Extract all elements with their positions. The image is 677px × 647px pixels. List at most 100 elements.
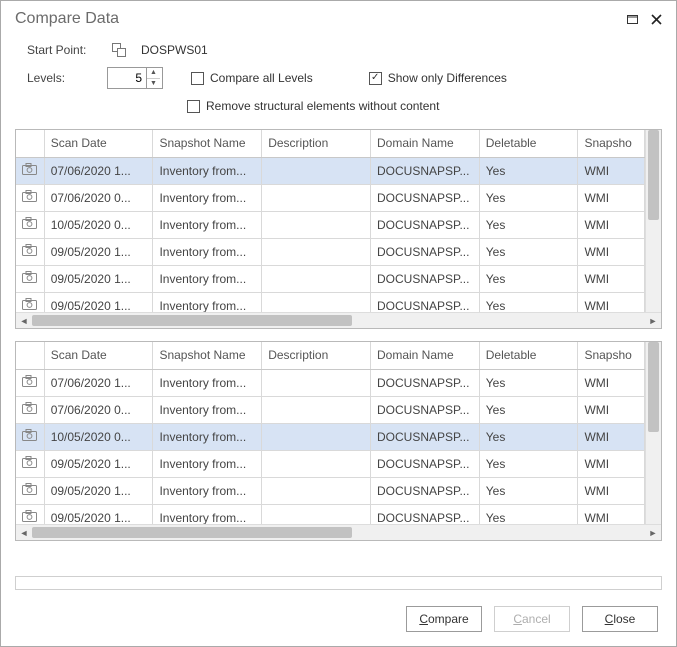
levels-label: Levels: bbox=[27, 71, 107, 85]
table-row[interactable]: 09/05/2020 1...Inventory from...DOCUSNAP… bbox=[16, 292, 645, 312]
table-row[interactable]: 07/06/2020 1...Inventory from...DOCUSNAP… bbox=[16, 369, 645, 396]
remove-structural-label: Remove structural elements without conte… bbox=[206, 99, 439, 113]
cell-deletable: Yes bbox=[479, 504, 578, 524]
table-row[interactable]: 09/05/2020 1...Inventory from...DOCUSNAP… bbox=[16, 504, 645, 524]
scroll-left-icon[interactable]: ◄ bbox=[16, 313, 32, 329]
table-row[interactable]: 09/05/2020 1...Inventory from...DOCUSNAP… bbox=[16, 450, 645, 477]
cell-domain-name: DOCUSNAPSP... bbox=[370, 211, 479, 238]
status-bar bbox=[15, 576, 662, 590]
cell-description bbox=[262, 211, 371, 238]
col-description[interactable]: Description bbox=[262, 342, 371, 369]
maximize-button[interactable] bbox=[622, 9, 642, 29]
vertical-scrollbar[interactable] bbox=[645, 342, 661, 524]
cell-scan-date: 09/05/2020 1... bbox=[44, 504, 153, 524]
snapshot-grid-top[interactable]: Scan DateSnapshot NameDescriptionDomain … bbox=[15, 129, 662, 329]
col-snapshot-type[interactable]: Snapsho bbox=[578, 342, 645, 369]
levels-down-button[interactable]: ▼ bbox=[147, 79, 160, 89]
cell-snapshot-name: Inventory from... bbox=[153, 184, 262, 211]
cell-deletable: Yes bbox=[479, 211, 578, 238]
col-deletable[interactable]: Deletable bbox=[479, 130, 578, 157]
table-row[interactable]: 07/06/2020 1...Inventory from...DOCUSNAP… bbox=[16, 157, 645, 184]
compare-all-levels-label: Compare all Levels bbox=[210, 71, 313, 85]
cell-snapshot-type: WMI bbox=[578, 396, 645, 423]
table-row[interactable]: 10/05/2020 0...Inventory from...DOCUSNAP… bbox=[16, 211, 645, 238]
scroll-right-icon[interactable]: ► bbox=[645, 525, 661, 541]
camera-icon bbox=[16, 477, 44, 504]
col-domain-name[interactable]: Domain Name bbox=[370, 130, 479, 157]
remove-structural-checkbox[interactable]: Remove structural elements without conte… bbox=[187, 99, 439, 113]
cell-scan-date: 09/05/2020 1... bbox=[44, 477, 153, 504]
col-icon[interactable] bbox=[16, 342, 44, 369]
start-point-label: Start Point: bbox=[27, 43, 107, 57]
cell-scan-date: 07/06/2020 1... bbox=[44, 157, 153, 184]
cell-domain-name: DOCUSNAPSP... bbox=[370, 184, 479, 211]
camera-icon bbox=[16, 292, 44, 312]
cell-description bbox=[262, 450, 371, 477]
levels-up-button[interactable]: ▲ bbox=[147, 68, 160, 79]
col-snapshot-name[interactable]: Snapshot Name bbox=[153, 342, 262, 369]
compare-data-dialog: Compare Data Start Point: DOSPWS01 Level… bbox=[0, 0, 677, 647]
show-only-differences-label: Show only Differences bbox=[388, 71, 507, 85]
levels-stepper[interactable]: ▲ ▼ bbox=[107, 67, 163, 89]
cell-snapshot-type: WMI bbox=[578, 477, 645, 504]
cell-snapshot-name: Inventory from... bbox=[153, 292, 262, 312]
close-icon[interactable] bbox=[646, 9, 666, 29]
cell-description bbox=[262, 504, 371, 524]
compare-button[interactable]: Compare bbox=[406, 606, 482, 632]
col-snapshot-type[interactable]: Snapsho bbox=[578, 130, 645, 157]
cell-deletable: Yes bbox=[479, 369, 578, 396]
cell-snapshot-name: Inventory from... bbox=[153, 211, 262, 238]
cell-snapshot-type: WMI bbox=[578, 292, 645, 312]
compare-all-levels-checkbox[interactable]: Compare all Levels bbox=[191, 71, 313, 85]
cell-snapshot-type: WMI bbox=[578, 211, 645, 238]
cell-deletable: Yes bbox=[479, 265, 578, 292]
cell-snapshot-type: WMI bbox=[578, 238, 645, 265]
camera-icon bbox=[16, 238, 44, 265]
cell-description bbox=[262, 184, 371, 211]
vertical-scrollbar[interactable] bbox=[645, 130, 661, 312]
cell-domain-name: DOCUSNAPSP... bbox=[370, 369, 479, 396]
cell-snapshot-type: WMI bbox=[578, 504, 645, 524]
cell-deletable: Yes bbox=[479, 157, 578, 184]
close-button[interactable]: Close bbox=[582, 606, 658, 632]
cell-deletable: Yes bbox=[479, 477, 578, 504]
show-only-differences-checkbox[interactable]: ✓ Show only Differences bbox=[369, 71, 507, 85]
scroll-left-icon[interactable]: ◄ bbox=[16, 525, 32, 541]
snapshot-grid-bottom[interactable]: Scan DateSnapshot NameDescriptionDomain … bbox=[15, 341, 662, 541]
horizontal-scrollbar[interactable]: ◄► bbox=[16, 524, 661, 540]
col-icon[interactable] bbox=[16, 130, 44, 157]
table-row[interactable]: 07/06/2020 0...Inventory from...DOCUSNAP… bbox=[16, 184, 645, 211]
cell-description bbox=[262, 265, 371, 292]
levels-input[interactable] bbox=[108, 70, 146, 86]
col-domain-name[interactable]: Domain Name bbox=[370, 342, 479, 369]
cell-description bbox=[262, 369, 371, 396]
table-row[interactable]: 09/05/2020 1...Inventory from...DOCUSNAP… bbox=[16, 265, 645, 292]
col-snapshot-name[interactable]: Snapshot Name bbox=[153, 130, 262, 157]
camera-icon bbox=[16, 423, 44, 450]
cell-scan-date: 09/05/2020 1... bbox=[44, 450, 153, 477]
table-row[interactable]: 09/05/2020 1...Inventory from...DOCUSNAP… bbox=[16, 477, 645, 504]
cell-snapshot-name: Inventory from... bbox=[153, 238, 262, 265]
cell-snapshot-type: WMI bbox=[578, 369, 645, 396]
col-scan-date[interactable]: Scan Date bbox=[44, 130, 153, 157]
table-row[interactable]: 10/05/2020 0...Inventory from...DOCUSNAP… bbox=[16, 423, 645, 450]
cell-snapshot-name: Inventory from... bbox=[153, 504, 262, 524]
cell-domain-name: DOCUSNAPSP... bbox=[370, 423, 479, 450]
checkbox-box-icon bbox=[187, 100, 200, 113]
col-description[interactable]: Description bbox=[262, 130, 371, 157]
camera-icon bbox=[16, 369, 44, 396]
cell-snapshot-name: Inventory from... bbox=[153, 265, 262, 292]
camera-icon bbox=[16, 450, 44, 477]
table-row[interactable]: 09/05/2020 1...Inventory from...DOCUSNAP… bbox=[16, 238, 645, 265]
scroll-right-icon[interactable]: ► bbox=[645, 313, 661, 329]
checkbox-checked-icon: ✓ bbox=[369, 72, 382, 85]
horizontal-scrollbar[interactable]: ◄► bbox=[16, 312, 661, 328]
cell-description bbox=[262, 238, 371, 265]
col-scan-date[interactable]: Scan Date bbox=[44, 342, 153, 369]
cell-snapshot-name: Inventory from... bbox=[153, 157, 262, 184]
checkbox-box-icon bbox=[191, 72, 204, 85]
table-row[interactable]: 07/06/2020 0...Inventory from...DOCUSNAP… bbox=[16, 396, 645, 423]
cell-snapshot-name: Inventory from... bbox=[153, 450, 262, 477]
col-deletable[interactable]: Deletable bbox=[479, 342, 578, 369]
cell-deletable: Yes bbox=[479, 292, 578, 312]
